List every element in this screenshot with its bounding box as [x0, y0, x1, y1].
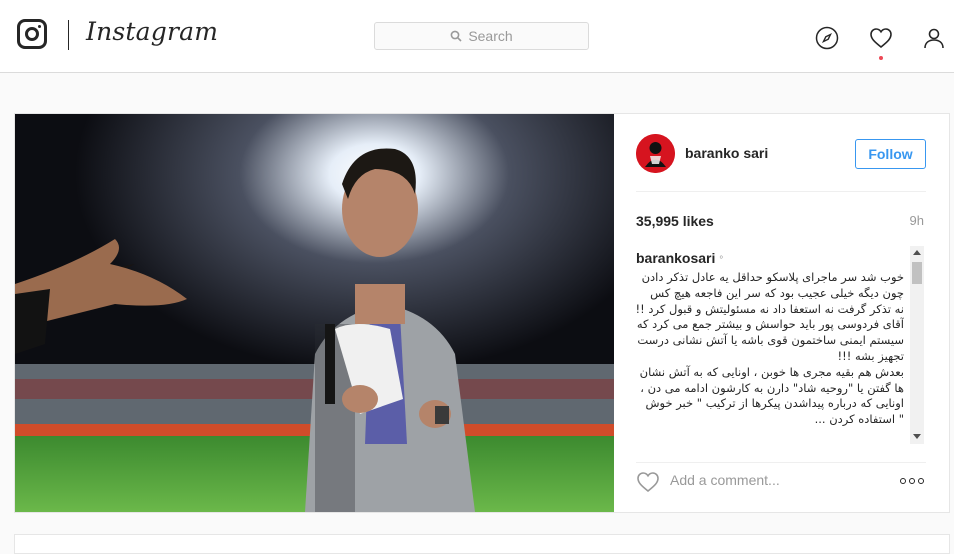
caption-line: بعدش هم بقیه مجری ها خوبن ، اونایی که به…: [639, 364, 904, 379]
dot: [918, 478, 924, 484]
caption-line: خوب شد سر ماجرای پلاسکو حداقل یه عادل تذ…: [641, 270, 904, 284]
avatar[interactable]: [636, 134, 675, 173]
caption-line: نه تذکر گرفت نه استعفا داد نه مسئولیتش و…: [636, 301, 904, 316]
caption-line: ها گفتن یا "روحیه شاد" دارن به کارشون اد…: [640, 380, 904, 395]
like-heart-icon[interactable]: [636, 471, 660, 493]
dot: [900, 478, 906, 484]
post-header: baranko sari Follow: [636, 114, 926, 192]
caption-line: سیستم ایمنی ساختمون قوی باشه یا آتش نشان…: [637, 333, 904, 348]
instagram-glyph-icon[interactable]: [17, 19, 47, 49]
post-username[interactable]: baranko sari: [685, 145, 768, 161]
post-photo-image: [15, 114, 614, 512]
feed-post: baranko sari Follow 35,995 likes 9h bara…: [14, 113, 950, 513]
follow-button[interactable]: Follow: [855, 139, 926, 169]
red-flag-avatar: [636, 134, 675, 173]
comment-input[interactable]: Add a comment...: [670, 472, 780, 488]
scroll-down-arrow-icon[interactable]: [913, 434, 921, 439]
scroll-up-arrow-icon[interactable]: [913, 250, 921, 255]
caption-username-text[interactable]: barankosari: [636, 250, 715, 266]
profile-person-icon[interactable]: [922, 26, 946, 50]
caption-text: خوب شد سر ماجرای پلاسکو حداقل یه عادل تذ…: [636, 270, 904, 428]
more-options-icon[interactable]: [900, 475, 926, 487]
caption-line: تجهیز بشه !!!: [837, 348, 904, 363]
caption-scrollbar[interactable]: [910, 246, 924, 444]
caption-line: اونایی که درباره پیداشدن پیکرها از ترکیب…: [645, 396, 904, 411]
dot: [909, 478, 915, 484]
comment-bar: Add a comment...: [636, 462, 926, 498]
caption-line: " استفاده کردن ...: [814, 412, 904, 427]
instagram-wordmark[interactable]: Instagram: [86, 17, 218, 46]
caption-container: barankosari ° خوب شد سر ماجرای پلاسکو حد…: [636, 246, 926, 444]
search-icon: [450, 30, 462, 42]
post-timestamp[interactable]: 9h: [910, 213, 924, 228]
activity-heart-icon[interactable]: [869, 26, 893, 50]
next-post-card: [14, 534, 950, 554]
post-side-panel: baranko sari Follow 35,995 likes 9h bara…: [614, 114, 949, 512]
logo-divider: [68, 20, 69, 50]
caption-line: چون دیگه خیلی عجیب بود که سر این فاجعه ه…: [650, 285, 904, 300]
caption-username[interactable]: barankosari °: [636, 250, 723, 266]
post-photo[interactable]: [15, 114, 614, 512]
likes-count[interactable]: 35,995 likes: [636, 213, 714, 229]
scrollbar-thumb[interactable]: [912, 262, 922, 284]
verified-mark: °: [719, 255, 724, 266]
top-navigation-bar: Instagram Search: [0, 0, 954, 73]
search-input[interactable]: Search: [374, 22, 589, 50]
notification-dot: [879, 56, 883, 60]
search-placeholder: Search: [468, 28, 513, 44]
explore-compass-icon[interactable]: [815, 26, 839, 50]
caption-line: آقای فردوسی پور باید حواسش و بیشتر جمع م…: [636, 317, 904, 332]
